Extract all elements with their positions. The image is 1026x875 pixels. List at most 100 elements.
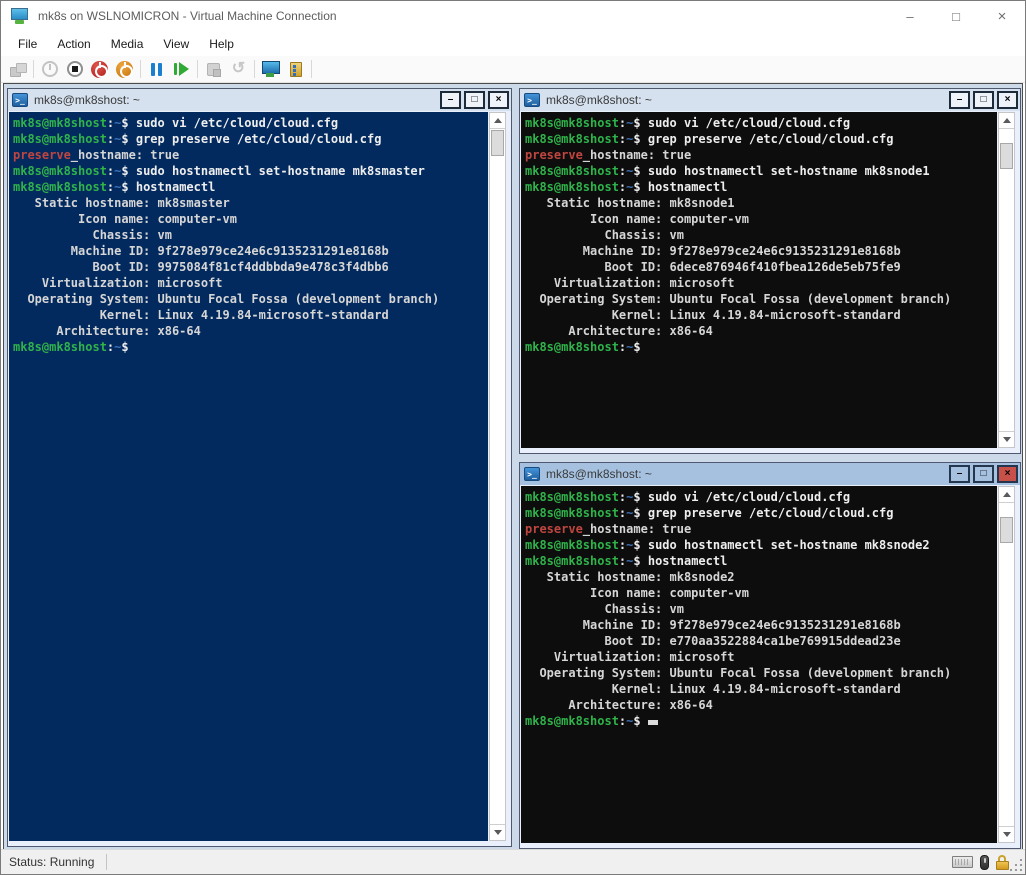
terminal-window-mk8smaster[interactable]: >_ mk8s@mk8shost: ~ – □ × mk8s@mk8shost:…: [7, 88, 512, 847]
scroll-down-button[interactable]: [999, 431, 1014, 447]
terminal-line: mk8s@mk8shost:~$ grep preserve /etc/clou…: [525, 505, 997, 521]
app-close-button[interactable]: ×: [979, 1, 1025, 32]
terminal-line: Static hostname: mk8smaster: [13, 195, 488, 211]
terminal-window-mk8snode1[interactable]: >_ mk8s@mk8shost: ~ – □ × mk8s@mk8shost:…: [519, 88, 1021, 454]
menu-media[interactable]: Media: [101, 34, 154, 54]
terminal-maximize-button[interactable]: □: [973, 465, 994, 483]
terminal-line: mk8s@mk8shost:~$: [525, 713, 997, 729]
scroll-up-button[interactable]: [999, 487, 1014, 503]
terminal-line: mk8s@mk8shost:~$ hostnamectl: [525, 553, 997, 569]
vm-display[interactable]: >_ mk8s@mk8shost: ~ – □ × mk8s@mk8shost:…: [3, 83, 1023, 851]
scroll-down-button[interactable]: [490, 824, 505, 840]
lock-icon: [996, 855, 1009, 870]
checkpoint-button[interactable]: [201, 58, 226, 81]
terminal-line: mk8s@mk8shost:~$ sudo hostnamectl set-ho…: [525, 163, 997, 179]
pause-button[interactable]: [144, 58, 169, 81]
enhanced-session-button[interactable]: [258, 58, 283, 81]
statusbar-separator: [106, 854, 107, 870]
turn-off-icon: [91, 61, 108, 78]
terminal-line: Kernel: Linux 4.19.84-microsoft-standard: [525, 307, 997, 323]
terminal-output[interactable]: mk8s@mk8shost:~$ sudo vi /etc/cloud/clou…: [521, 112, 997, 448]
terminal-line: mk8s@mk8shost:~$ sudo hostnamectl set-ho…: [525, 537, 997, 553]
terminal-maximize-button[interactable]: □: [973, 91, 994, 109]
terminal-titlebar[interactable]: >_ mk8s@mk8shost: ~ – □ ×: [8, 89, 511, 111]
menu-file[interactable]: File: [8, 34, 47, 54]
terminal-window-mk8snode2[interactable]: >_ mk8s@mk8shost: ~ – □ × mk8s@mk8shost:…: [519, 462, 1021, 849]
resume-button[interactable]: [169, 58, 194, 81]
resize-grip[interactable]: [1010, 859, 1024, 873]
terminal-output[interactable]: mk8s@mk8shost:~$ sudo vi /etc/cloud/clou…: [9, 112, 488, 841]
terminal-line: mk8s@mk8shost:~$ sudo vi /etc/cloud/clou…: [13, 115, 488, 131]
monitor-screen-shape: [11, 8, 28, 20]
terminal-minimize-button[interactable]: –: [949, 465, 970, 483]
toolbar-separator: [197, 60, 198, 78]
terminal-maximize-button[interactable]: □: [464, 91, 485, 109]
start-button[interactable]: [37, 58, 62, 81]
terminal-line: mk8s@mk8shost:~$ grep preserve /etc/clou…: [525, 131, 997, 147]
scroll-up-button[interactable]: [490, 113, 505, 129]
toolbar-separator: [254, 60, 255, 78]
chevron-down-icon: [1003, 437, 1011, 442]
hyperv-app-icon: [11, 8, 29, 24]
toolbar-separator: [33, 60, 34, 78]
menu-action[interactable]: Action: [47, 34, 100, 54]
terminal-line: Boot ID: e770aa3522884ca1be769915ddead23…: [525, 633, 997, 649]
keyboard-icon: [952, 856, 973, 868]
terminal-line: preserve_hostname: true: [13, 147, 488, 163]
app-maximize-button[interactable]: □: [933, 1, 979, 32]
chevron-down-icon: [1003, 832, 1011, 837]
shut-down-button[interactable]: [112, 58, 137, 81]
terminal-line: Chassis: vm: [13, 227, 488, 243]
chevron-up-icon: [1003, 118, 1011, 123]
terminal-titlebar[interactable]: >_ mk8s@mk8shost: ~ – □ ×: [520, 89, 1020, 111]
terminal-output[interactable]: mk8s@mk8shost:~$ sudo vi /etc/cloud/clou…: [521, 486, 997, 843]
terminal-minimize-button[interactable]: –: [440, 91, 461, 109]
stop-icon: [67, 61, 83, 77]
app-minimize-button[interactable]: –: [887, 1, 933, 32]
scroll-down-button[interactable]: [999, 826, 1014, 842]
terminal-scrollbar[interactable]: [998, 112, 1015, 448]
statusbar: Status: Running: [1, 849, 1025, 874]
terminal-line: Operating System: Ubuntu Focal Fossa (de…: [525, 665, 997, 681]
nic-button[interactable]: [283, 58, 308, 81]
terminal-close-button[interactable]: ×: [997, 465, 1018, 483]
chevron-up-icon: [494, 118, 502, 123]
terminal-line: Virtualization: microsoft: [525, 649, 997, 665]
terminal-line: mk8s@mk8shost:~$ sudo hostnamectl set-ho…: [13, 163, 488, 179]
menu-view[interactable]: View: [153, 34, 199, 54]
text-cursor: [648, 720, 658, 725]
terminal-line: Kernel: Linux 4.19.84-microsoft-standard: [13, 307, 488, 323]
terminal-line: Static hostname: mk8snode2: [525, 569, 997, 585]
terminal-line: Boot ID: 6dece876946f410fbea126de5eb75fe…: [525, 259, 997, 275]
pause-icon: [150, 63, 163, 76]
terminal-line: mk8s@mk8shost:~$: [525, 339, 997, 355]
terminal-line: Icon name: computer-vm: [525, 585, 997, 601]
terminal-line: mk8s@mk8shost:~$: [13, 339, 488, 355]
scrollbar-thumb[interactable]: [1000, 517, 1013, 543]
ctrl-alt-delete-button[interactable]: [5, 58, 30, 81]
statusbar-icons: [952, 855, 1009, 870]
terminal-line: Machine ID: 9f278e979ce24e6c9135231291e8…: [525, 617, 997, 633]
terminal-close-button[interactable]: ×: [997, 91, 1018, 109]
terminal-scrollbar[interactable]: [489, 112, 506, 841]
terminal-titlebar[interactable]: >_ mk8s@mk8shost: ~ – □ ×: [520, 463, 1020, 485]
nic-icon: [290, 62, 302, 77]
menu-help[interactable]: Help: [199, 34, 244, 54]
turn-off-button[interactable]: [87, 58, 112, 81]
ctrl-alt-delete-icon: [10, 63, 26, 75]
terminal-window-controls: – □ ×: [949, 91, 1018, 109]
terminal-icon: >_: [524, 93, 540, 107]
terminal-line: Virtualization: microsoft: [525, 275, 997, 291]
scrollbar-thumb[interactable]: [491, 130, 504, 156]
terminal-minimize-button[interactable]: –: [949, 91, 970, 109]
terminal-title: mk8s@mk8shost: ~: [34, 93, 140, 107]
terminal-icon: >_: [524, 467, 540, 481]
scroll-up-button[interactable]: [999, 113, 1014, 129]
scrollbar-thumb[interactable]: [1000, 143, 1013, 169]
terminal-close-button[interactable]: ×: [488, 91, 509, 109]
terminal-scrollbar[interactable]: [998, 486, 1015, 843]
terminal-line: mk8s@mk8shost:~$ grep preserve /etc/clou…: [13, 131, 488, 147]
terminal-line: Virtualization: microsoft: [13, 275, 488, 291]
stop-button[interactable]: [62, 58, 87, 81]
revert-button[interactable]: ↺: [226, 58, 251, 81]
